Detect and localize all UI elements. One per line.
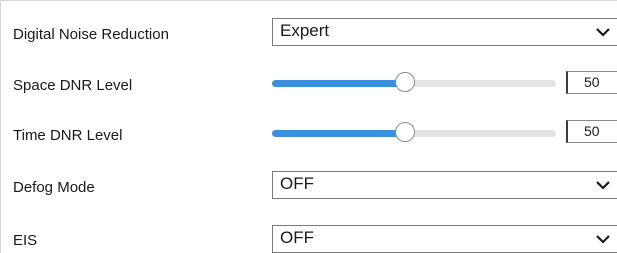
chevron-down-icon	[596, 28, 610, 37]
slider-thumb[interactable]	[395, 72, 415, 92]
eis-label: EIS	[13, 232, 38, 249]
defog-label: Defog Mode	[13, 179, 95, 196]
space-dnr-value-input[interactable]: 50	[566, 71, 617, 94]
time-dnr-label: Time DNR Level	[13, 127, 123, 144]
dnr-select-value: Expert	[280, 21, 330, 40]
space-dnr-slider[interactable]	[272, 72, 556, 94]
defog-select[interactable]: OFF	[272, 171, 617, 199]
slider-fill	[272, 130, 405, 137]
panel-top-border	[0, 0, 617, 1]
slider-fill	[272, 80, 405, 87]
defog-select-value: OFF	[280, 174, 314, 193]
eis-select[interactable]: OFF	[272, 225, 617, 253]
dnr-label: Digital Noise Reduction	[13, 26, 169, 43]
panel-left-border	[0, 0, 1, 253]
chevron-down-icon	[596, 181, 610, 190]
time-dnr-slider[interactable]	[272, 122, 556, 144]
dnr-select[interactable]: Expert	[272, 18, 617, 46]
time-dnr-value-input[interactable]: 50	[566, 120, 617, 143]
slider-thumb[interactable]	[395, 122, 415, 142]
chevron-down-icon	[596, 235, 610, 244]
eis-select-value: OFF	[280, 228, 314, 247]
space-dnr-label: Space DNR Level	[13, 77, 133, 94]
